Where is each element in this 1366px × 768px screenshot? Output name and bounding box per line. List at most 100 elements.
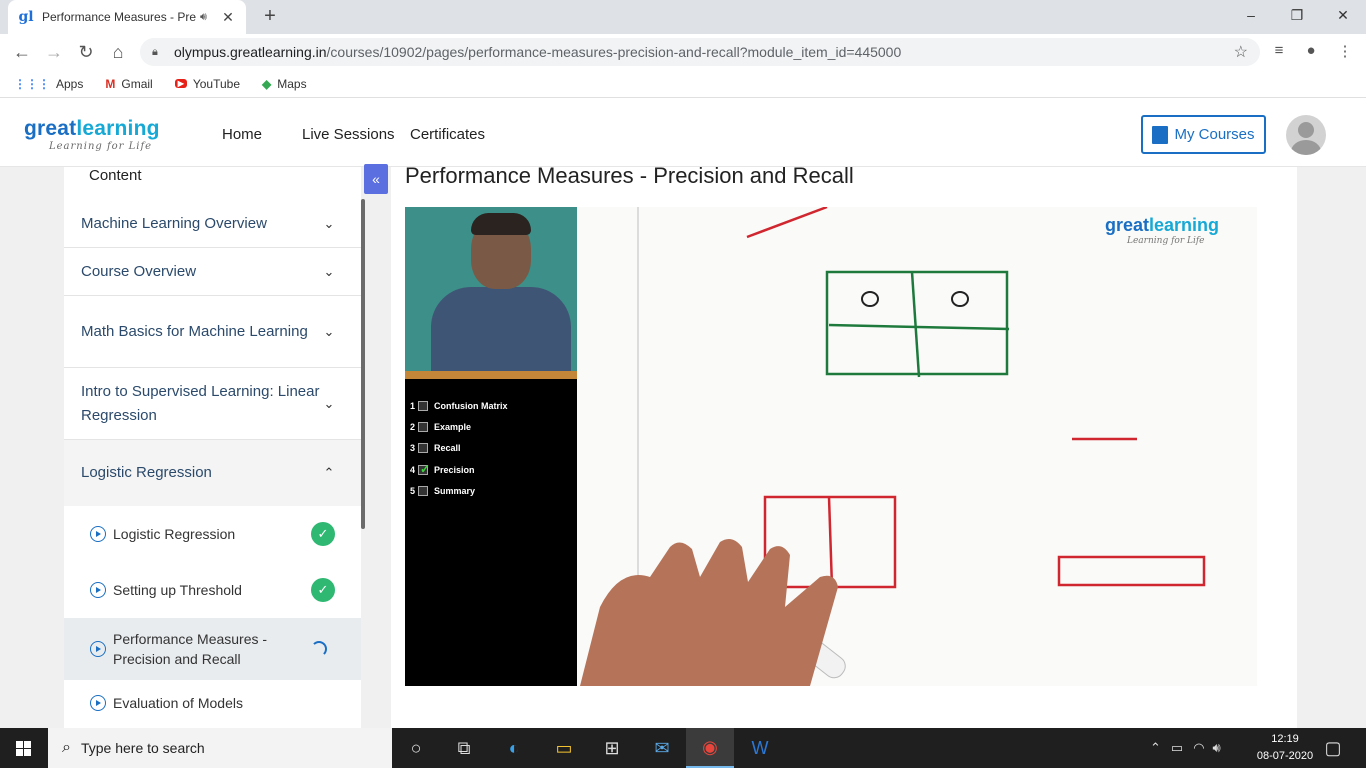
word-icon[interactable]: W: [736, 728, 784, 768]
url-path: /courses/10902/pages/performance-measure…: [326, 44, 902, 60]
logo-text: greatlearning: [24, 117, 160, 140]
lesson-setting-up-threshold[interactable]: Setting up Threshold ✓: [64, 562, 361, 618]
profile-icon[interactable]: ●: [1300, 42, 1322, 64]
gmail-icon: M: [105, 76, 116, 91]
play-circle-icon: [90, 582, 106, 598]
checkbox-icon: [418, 485, 428, 496]
nav-certificates[interactable]: Certificates: [410, 126, 485, 143]
bookmark-label: Gmail: [121, 76, 153, 91]
chapter-item: 1 Confusion Matrix: [410, 400, 508, 411]
bookmark-star-icon[interactable]: ☆: [1234, 42, 1248, 62]
address-bar[interactable]: 🔒︎ olympus.greatlearning.in/courses/1090…: [140, 38, 1260, 66]
edge-icon[interactable]: ◐: [490, 728, 538, 768]
book-icon: [1152, 125, 1169, 144]
module-math-basics[interactable]: Math Basics for Machine Learning ⌄: [64, 296, 361, 368]
lesson-label: Performance Measures - Precision and Rec…: [113, 631, 268, 667]
podium: [405, 371, 577, 379]
lesson-evaluation-of-models[interactable]: Evaluation of Models: [64, 680, 361, 726]
chrome-icon[interactable]: ◉: [686, 728, 734, 768]
checkbox-icon: [418, 421, 428, 432]
windows-taskbar: ⌕ Type here to search ○ ⧉ ◐ ▭ ⊞ ✉ ◉ W ⌃ …: [0, 728, 1366, 768]
mail-icon[interactable]: ✉: [638, 728, 686, 768]
lesson-performance-measures[interactable]: Performance Measures - Precision and Rec…: [64, 618, 361, 680]
window-close-icon[interactable]: ✕: [1320, 0, 1366, 30]
clock-date: 08-07-2020: [1256, 750, 1314, 762]
site-header: greatlearning Learning for Life Home Liv…: [0, 99, 1366, 167]
reload-icon[interactable]: ↻: [74, 40, 98, 64]
greatlearning-logo[interactable]: greatlearning Learning for Life: [24, 117, 160, 152]
completed-check-icon: ✓: [311, 522, 335, 546]
module-logistic-regression[interactable]: Logistic Regression ⌃: [64, 440, 361, 506]
page-title: Performance Measures - Precision and Rec…: [405, 163, 854, 188]
volume-icon[interactable]: 🔊︎: [1213, 740, 1221, 756]
bookmark-label: YouTube: [192, 76, 241, 91]
file-explorer-icon[interactable]: ▭: [540, 728, 588, 768]
module-label: Math Basics for Machine Learning: [81, 322, 308, 340]
play-circle-icon: [90, 526, 106, 542]
chevron-down-icon: ⌄: [323, 395, 335, 411]
collapse-sidebar-button[interactable]: «: [364, 164, 388, 194]
chapter-item: 2 Example: [410, 421, 472, 432]
chevron-down-icon: ⌄: [323, 323, 335, 339]
lesson-label: Evaluation of Models: [113, 695, 243, 711]
url-host: olympus.greatlearning.in: [174, 44, 327, 60]
notification-center-icon[interactable]: ▢: [1310, 728, 1356, 768]
home-icon[interactable]: ⌂: [106, 40, 130, 64]
presenter-hand: [580, 538, 838, 686]
chevron-up-icon[interactable]: ⌃: [1150, 740, 1161, 756]
lesson-label: Logistic Regression: [113, 526, 236, 542]
module-course-overview[interactable]: Course Overview ⌄: [64, 248, 361, 296]
youtube-icon: ▶: [174, 79, 187, 88]
nav-live-sessions[interactable]: Live Sessions: [302, 126, 395, 143]
user-avatar[interactable]: [1286, 115, 1326, 155]
nav-home[interactable]: Home: [222, 126, 262, 143]
bookmark-gmail[interactable]: M Gmail: [105, 77, 152, 91]
video-player[interactable]: 1Confusion Matrix 2Example 3Recall 4Prec…: [405, 207, 1257, 686]
speaker-hair: [471, 213, 531, 235]
store-icon[interactable]: ⊞: [588, 728, 636, 768]
lesson-label: Setting up Threshold: [113, 582, 242, 598]
battery-icon[interactable]: ▭: [1171, 740, 1183, 756]
module-machine-learning-overview[interactable]: Machine Learning Overview ⌄: [64, 200, 361, 248]
browser-toolbar: ← → ↻ ⌂ 🔒︎ olympus.greatlearning.in/cour…: [0, 34, 1366, 70]
taskbar-clock[interactable]: 12:19 08-07-2020: [1252, 731, 1318, 765]
browser-tab[interactable]: gl Performance Measures - Pre 🔊︎ ✕: [8, 0, 246, 34]
new-tab-icon[interactable]: +: [258, 5, 282, 29]
forward-arrow-icon[interactable]: →: [42, 40, 66, 64]
media-controls-icon[interactable]: ≡: [1268, 42, 1290, 64]
browser-menu-icon[interactable]: ⋮: [1334, 42, 1356, 64]
task-view-icon[interactable]: ⧉: [440, 728, 488, 768]
back-arrow-icon[interactable]: ←: [10, 40, 34, 64]
lesson-logistic-regression[interactable]: Logistic Regression ✓: [64, 506, 361, 562]
sidebar-content-header: Content: [89, 167, 142, 184]
chapter-item: 4Precision: [405, 459, 577, 480]
chapter-list: 1Confusion Matrix 2Example 3Recall 4Prec…: [405, 379, 577, 686]
play-circle-icon: [90, 641, 106, 657]
my-courses-button[interactable]: My Courses: [1141, 115, 1266, 154]
logo-tagline: Learning for Life: [49, 141, 153, 152]
in-progress-spinner-icon: [311, 641, 327, 657]
speaker-icon[interactable]: 🔊︎: [200, 11, 216, 24]
chevron-down-icon: ⌄: [323, 215, 335, 231]
close-tab-icon[interactable]: ✕: [220, 9, 236, 26]
taskbar-search[interactable]: ⌕ Type here to search: [48, 728, 392, 768]
apps-grid-icon: ⋮⋮⋮: [14, 76, 50, 91]
module-intro-supervised-learning[interactable]: Intro to Supervised Learning: Linear Reg…: [64, 368, 361, 440]
search-placeholder: Type here to search: [80, 740, 205, 756]
wifi-icon[interactable]: ◠: [1193, 740, 1204, 756]
bookmark-apps[interactable]: ⋮⋮⋮ Apps: [14, 77, 83, 91]
course-sidebar: Content Machine Learning Overview ⌄ Cour…: [64, 167, 361, 728]
sidebar-scrollbar[interactable]: [361, 199, 365, 529]
cortana-icon[interactable]: ○: [392, 728, 440, 768]
bookmark-label: Apps: [56, 76, 84, 91]
lock-icon: 🔒︎: [152, 45, 158, 58]
play-circle-icon: [90, 695, 106, 711]
windows-start-icon[interactable]: [0, 728, 48, 768]
browser-tab-strip: gl Performance Measures - Pre 🔊︎ ✕ + – ❐…: [0, 0, 1366, 34]
restore-icon[interactable]: ❐: [1274, 0, 1320, 30]
chapter-item: 5 Summary: [410, 485, 476, 496]
bookmark-youtube[interactable]: ▶ YouTube: [174, 76, 241, 91]
bookmark-maps[interactable]: ◆ Maps: [262, 77, 307, 91]
module-label: Intro to Supervised Learning: Linear Reg…: [81, 382, 320, 424]
minimize-icon[interactable]: –: [1228, 0, 1274, 30]
